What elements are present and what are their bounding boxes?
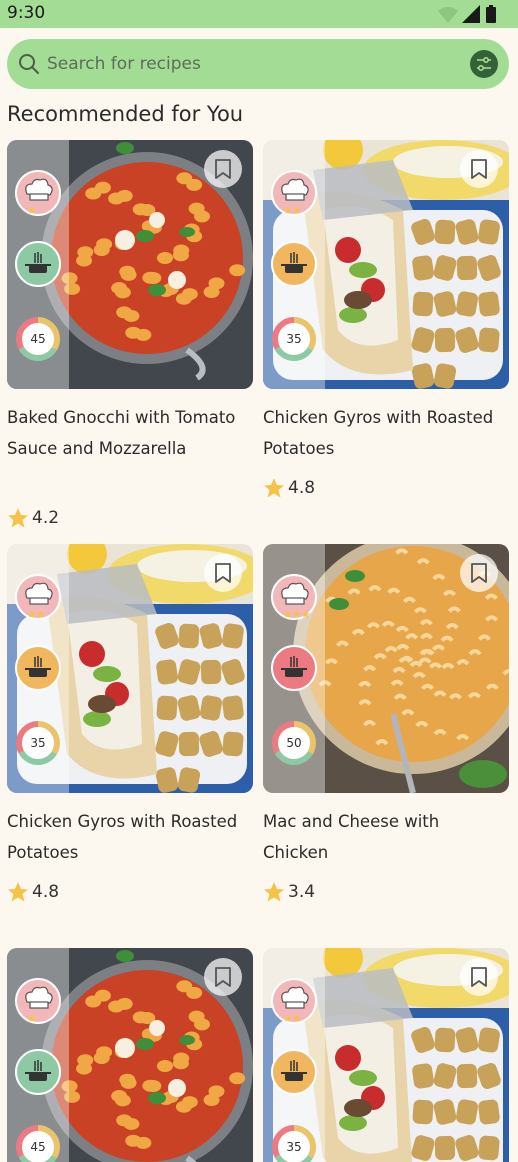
- difficulty-stars: ★: [27, 204, 37, 217]
- bookmark-button[interactable]: [460, 958, 498, 996]
- bookmark-button[interactable]: [460, 150, 498, 188]
- sliders-icon: [477, 56, 491, 72]
- filter-button[interactable]: [470, 50, 498, 78]
- bookmark-button[interactable]: [204, 554, 242, 592]
- bookmark-icon: [471, 159, 487, 179]
- difficulty-stars: ★★★: [283, 608, 311, 621]
- recipe-image[interactable]: ★ 45: [7, 948, 253, 1162]
- rating-value: 3.4: [288, 882, 316, 902]
- difficulty-stars: ★★: [27, 608, 46, 621]
- bookmark-button[interactable]: [204, 150, 242, 188]
- equipment-badge: [271, 241, 317, 287]
- cookware-icon: [25, 656, 51, 677]
- star-icon: [264, 478, 284, 498]
- recipe-image[interactable]: ★★ 35: [263, 948, 509, 1162]
- cook-time-badge: 45: [15, 316, 61, 362]
- search-bar[interactable]: [7, 39, 509, 89]
- recipe-image[interactable]: ★★★ 50: [263, 544, 509, 793]
- recipe-image[interactable]: ★ 45: [7, 140, 253, 389]
- cookware-icon: [281, 252, 307, 273]
- cook-time-value: 35: [286, 1140, 302, 1154]
- wifi-icon: [438, 7, 458, 23]
- bookmark-button[interactable]: [460, 554, 498, 592]
- recipe-info-panel: ★★ 35: [263, 948, 325, 1162]
- status-bar: 9:30: [0, 0, 518, 28]
- cook-time-badge: 35: [15, 720, 61, 766]
- recipe-info-panel: ★★ 35: [7, 544, 69, 793]
- cook-time-value: 35: [286, 332, 302, 346]
- star-icon: [8, 508, 28, 528]
- cook-time-value: 45: [30, 332, 46, 346]
- equipment-badge: [15, 645, 61, 691]
- bookmark-icon: [215, 967, 231, 987]
- recipe-title[interactable]: Chicken Gyros with Roasted Potatoes: [263, 402, 509, 464]
- cook-time-value: 50: [286, 736, 302, 750]
- difficulty-stars: ★★: [283, 1012, 302, 1025]
- bookmark-icon: [471, 967, 487, 987]
- cook-time-badge: 35: [271, 316, 317, 362]
- recipe-title[interactable]: Chicken Gyros with Roasted Potatoes: [7, 806, 253, 868]
- status-time: 9:30: [7, 3, 46, 23]
- cook-time-badge: 50: [271, 720, 317, 766]
- recipe-image[interactable]: ★★ 35: [263, 140, 509, 389]
- recipe-info-panel: ★ 45: [7, 948, 69, 1162]
- section-title: Recommended for You: [7, 102, 244, 126]
- bookmark-icon: [471, 563, 487, 583]
- star-icon: [264, 882, 284, 902]
- cook-time-value: 45: [30, 1140, 46, 1154]
- equipment-badge: [15, 241, 61, 287]
- bookmark-icon: [215, 563, 231, 583]
- equipment-badge: [15, 1049, 61, 1095]
- recipe-info-panel: ★★ 35: [263, 140, 325, 389]
- recipe-info-panel: ★ 45: [7, 140, 69, 389]
- recipe-info-panel: ★★★ 50: [263, 544, 325, 793]
- chef-hat-icon: [25, 986, 53, 1009]
- chef-hat-icon: [25, 178, 53, 201]
- recipe-image[interactable]: ★★ 35: [7, 544, 253, 793]
- signal-icon: [462, 5, 480, 23]
- cookware-icon: [281, 1060, 307, 1081]
- rating-value: 4.2: [32, 508, 60, 528]
- difficulty-badge: [15, 170, 61, 216]
- bookmark-button[interactable]: [204, 958, 242, 996]
- rating-value: 4.8: [32, 882, 60, 902]
- difficulty-badge: [15, 978, 61, 1024]
- cook-time-value: 35: [30, 736, 46, 750]
- search-icon: [19, 54, 39, 74]
- difficulty-stars: ★: [27, 1012, 37, 1025]
- status-icons: [438, 5, 496, 23]
- cook-time-badge: 35: [271, 1124, 317, 1162]
- cookware-icon: [25, 1060, 51, 1081]
- equipment-badge: [271, 1049, 317, 1095]
- cook-time-badge: 45: [15, 1124, 61, 1162]
- battery-icon: [486, 7, 496, 23]
- star-icon: [8, 882, 28, 902]
- equipment-badge: [271, 645, 317, 691]
- bookmark-icon: [215, 159, 231, 179]
- recipe-title[interactable]: Mac and Cheese with Chicken: [263, 806, 509, 868]
- cookware-icon: [281, 656, 307, 677]
- search-input[interactable]: [47, 50, 457, 78]
- difficulty-stars: ★★: [283, 204, 302, 217]
- rating-value: 4.8: [288, 478, 316, 498]
- recipe-title[interactable]: Baked Gnocchi with Tomato Sauce and Mozz…: [7, 402, 253, 464]
- cookware-icon: [25, 252, 51, 273]
